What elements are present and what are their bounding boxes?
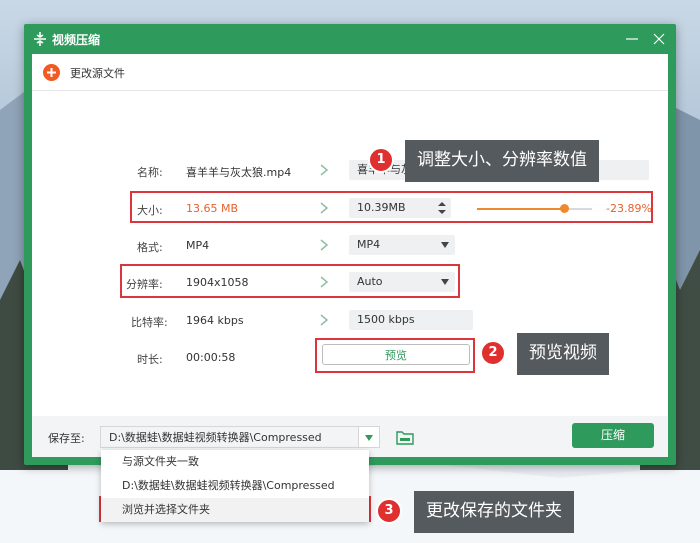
callout-3: 更改保存的文件夹 bbox=[414, 491, 574, 533]
format-label: 格式: bbox=[137, 241, 163, 254]
plus-icon bbox=[47, 68, 56, 77]
minimize-icon[interactable] bbox=[622, 29, 642, 49]
save-path-dropdown-button[interactable] bbox=[358, 426, 380, 448]
dialog-content: 更改源文件 bbox=[32, 54, 668, 457]
caret-down-icon bbox=[365, 435, 373, 441]
dropdown-item-browse-folder[interactable]: 浏览并选择文件夹 bbox=[101, 498, 369, 522]
name-label: 名称: bbox=[137, 166, 163, 179]
change-source-button[interactable] bbox=[43, 64, 60, 81]
video-compress-dialog: 视频压缩 更改源文件 名称: 喜羊羊与灰太狼.mp4 喜羊羊与灰太狼_compr… bbox=[24, 24, 676, 465]
save-path-field[interactable]: D:\数据蛙\数据蛙视频转换器\Compressed bbox=[100, 426, 358, 448]
save-path-dropdown-menu: 与源文件夹一致 D:\数据蛙\数据蛙视频转换器\Compressed 浏览并选择… bbox=[101, 450, 369, 522]
highlight-preview-button bbox=[315, 338, 475, 373]
callout-1: 调整大小、分辨率数值 bbox=[405, 140, 599, 182]
chevron-right-icon bbox=[320, 239, 329, 251]
caret-down-icon bbox=[441, 242, 449, 248]
output-format-value: MP4 bbox=[357, 238, 381, 251]
save-to-label: 保存至: bbox=[48, 432, 85, 445]
change-source-label[interactable]: 更改源文件 bbox=[70, 65, 125, 81]
close-icon[interactable] bbox=[649, 29, 669, 49]
title-bar: 视频压缩 bbox=[24, 24, 676, 54]
callout-badge-3: 3 bbox=[376, 498, 402, 524]
source-format: MP4 bbox=[186, 239, 210, 252]
duration-label: 时长: bbox=[137, 353, 163, 366]
callout-badge-2: 2 bbox=[480, 340, 506, 366]
chevron-right-icon bbox=[320, 314, 329, 326]
bitrate-label: 比特率: bbox=[131, 316, 168, 329]
folder-icon[interactable] bbox=[396, 429, 414, 445]
chevron-right-icon bbox=[320, 164, 329, 176]
output-format-select[interactable]: MP4 bbox=[349, 235, 455, 255]
output-bitrate-field[interactable]: 1500 kbps bbox=[349, 310, 473, 330]
dropdown-item-same-as-source[interactable]: 与源文件夹一致 bbox=[101, 450, 369, 474]
highlight-size-row bbox=[130, 191, 653, 223]
source-toolbar: 更改源文件 bbox=[32, 54, 668, 91]
compress-button[interactable]: 压缩 bbox=[572, 423, 654, 448]
window-title: 视频压缩 bbox=[52, 33, 101, 47]
source-duration: 00:00:58 bbox=[186, 351, 236, 364]
callout-2: 预览视频 bbox=[517, 333, 609, 375]
source-name: 喜羊羊与灰太狼.mp4 bbox=[186, 166, 292, 179]
source-bitrate: 1964 kbps bbox=[186, 314, 244, 327]
highlight-resolution-row bbox=[120, 264, 460, 298]
compress-icon bbox=[34, 32, 46, 46]
dropdown-item-default-path[interactable]: D:\数据蛙\数据蛙视频转换器\Compressed bbox=[101, 474, 369, 498]
callout-badge-1: 1 bbox=[368, 147, 394, 173]
